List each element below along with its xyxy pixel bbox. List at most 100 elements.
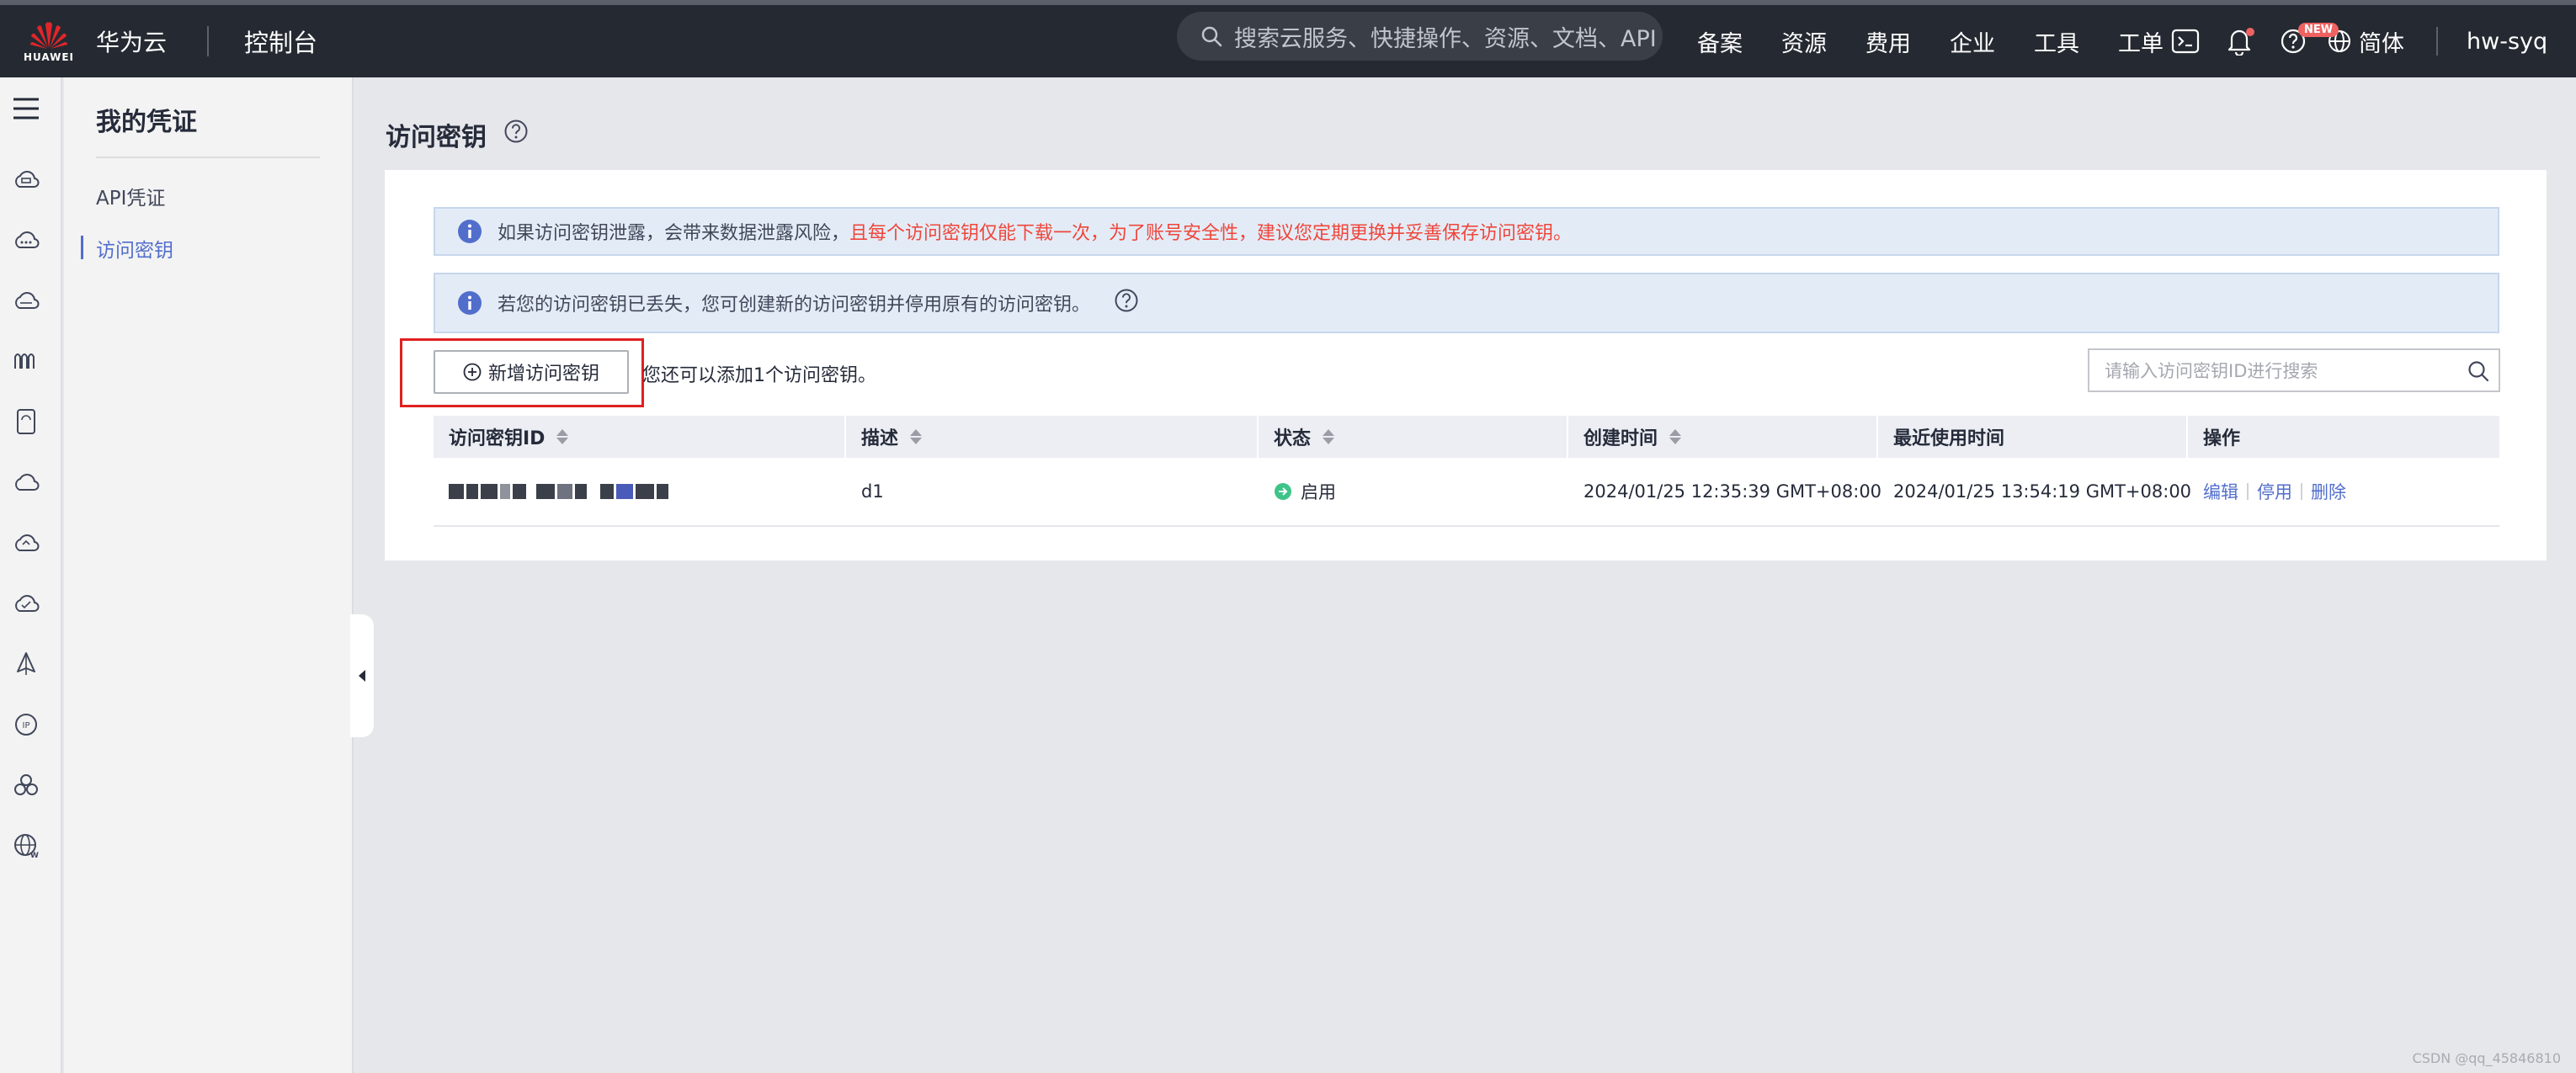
- watermark: CSDN @qq_45846810: [2412, 1050, 2561, 1066]
- nav-tickets[interactable]: 工单: [2118, 25, 2164, 58]
- sidebar-collapse-handle[interactable]: [350, 614, 374, 737]
- notifications-button[interactable]: [2222, 24, 2256, 58]
- disable-link[interactable]: 停用: [2257, 479, 2292, 504]
- rail-web[interactable]: W: [12, 831, 40, 860]
- sort-icon[interactable]: [1323, 429, 1335, 444]
- cloud-check-icon: [15, 595, 40, 612]
- edit-link[interactable]: 编辑: [2203, 479, 2238, 504]
- page-title: 访问密钥: [386, 116, 529, 153]
- status-label: 启用: [1301, 482, 1336, 502]
- nav-tools[interactable]: 工具: [2034, 25, 2079, 58]
- remaining-keys-hint: 您还可以添加1个访问密钥。: [642, 365, 876, 386]
- wave-icon: [14, 353, 35, 369]
- rail-storage[interactable]: [12, 407, 40, 436]
- column-header-last-used: 最近使用时间: [1878, 416, 2188, 458]
- sort-icon[interactable]: [1669, 429, 1682, 444]
- search-icon[interactable]: [2467, 359, 2490, 383]
- delete-link[interactable]: 删除: [2311, 479, 2346, 504]
- rail-deploy[interactable]: [12, 650, 40, 678]
- notice-text: 如果访问密钥泄露，会带来数据泄露风险，: [498, 223, 850, 244]
- rail-cluster[interactable]: [12, 771, 40, 799]
- title-help-button[interactable]: [503, 119, 529, 151]
- help-center-button[interactable]: NEW: [2276, 23, 2339, 58]
- sort-icon[interactable]: [910, 429, 923, 444]
- status-badge: 启用: [1274, 479, 1336, 504]
- access-key-search-input[interactable]: 请输入访问密钥ID进行搜索: [2088, 348, 2500, 392]
- divider: [96, 157, 320, 158]
- rail-cloud[interactable]: [12, 468, 40, 497]
- lost-key-notice: 若您的访问密钥已丢失，您可创建新的访问密钥并停用原有的访问密钥。: [434, 273, 2499, 333]
- rail-vpc[interactable]: [12, 286, 40, 315]
- search-icon: [1201, 26, 1222, 47]
- rail-upload[interactable]: [12, 529, 40, 557]
- status-cell: 启用: [1259, 458, 1568, 525]
- nav-resources[interactable]: 资源: [1781, 25, 1827, 58]
- nav-filing[interactable]: 备案: [1697, 25, 1743, 58]
- svg-text:W: W: [30, 852, 39, 859]
- rail-cloud-check[interactable]: [12, 589, 40, 618]
- console-link[interactable]: 控制台: [244, 24, 317, 59]
- collapse-arrow-icon: [359, 670, 365, 682]
- divider: [2301, 483, 2302, 500]
- actions-cell: 编辑 停用 删除: [2188, 458, 2499, 525]
- notice-text: 若您的访问密钥已丢失，您可创建新的访问密钥并停用原有的访问密钥。: [498, 295, 1091, 316]
- add-button-label: 新增访问密钥: [487, 364, 599, 385]
- nav-enterprise[interactable]: 企业: [1950, 25, 1995, 58]
- access-key-id-cell: [434, 458, 846, 525]
- column-header-created[interactable]: 创建时间: [1568, 416, 1878, 458]
- notice-help-button[interactable]: [1114, 288, 1139, 318]
- cloud-shell-button[interactable]: [2169, 24, 2202, 58]
- search-placeholder: 搜索云服务、快捷操作、资源、文档、API: [1234, 25, 1657, 52]
- divider: [207, 26, 210, 56]
- column-label: 最近使用时间: [1893, 428, 2005, 449]
- rail-ecs[interactable]: [12, 165, 40, 194]
- cluster-icon: [14, 774, 38, 795]
- nav-billing[interactable]: 费用: [1865, 25, 1911, 58]
- divider: [2247, 483, 2249, 500]
- cloud-server-icon: [15, 171, 40, 188]
- plus-circle-icon: [463, 363, 482, 381]
- table-header: 访问密钥ID 描述 状态 创建时间 最近使用时间 操作: [434, 416, 2499, 458]
- add-access-key-button[interactable]: 新增访问密钥: [434, 350, 629, 394]
- rail-eip[interactable]: IP: [12, 710, 40, 739]
- info-icon: [458, 291, 482, 315]
- huawei-logo-icon: [30, 22, 67, 49]
- menu-icon: [13, 98, 39, 120]
- divider: [2436, 27, 2438, 56]
- column-label: 状态: [1274, 428, 1312, 449]
- user-account-menu[interactable]: hw-syq: [2467, 29, 2547, 55]
- logo-wordmark: HUAWEI: [23, 51, 75, 63]
- rail-cdn[interactable]: [12, 347, 40, 375]
- rail-cloud-dots[interactable]: [12, 226, 40, 254]
- column-header-access-key-id[interactable]: 访问密钥ID: [434, 416, 846, 458]
- language-label: 简体: [2359, 30, 2404, 57]
- sidebar-title: 我的凭证: [96, 108, 197, 137]
- service-list-button[interactable]: [12, 96, 40, 125]
- top-nav-menu: 备案 资源 费用 企业 工具 工单: [1697, 5, 2202, 77]
- column-label: 操作: [2203, 428, 2241, 449]
- cloud-outline-icon: [15, 474, 40, 491]
- last-used-time-cell: 2024/01/25 13:54:19 GMT+08:00: [1893, 481, 2192, 502]
- global-search-input[interactable]: 搜索云服务、快捷操作、资源、文档、API: [1177, 12, 1663, 61]
- new-badge: NEW: [2298, 23, 2339, 37]
- notice-warning-text: 且每个访问密钥仅能下载一次，为了账号安全性，建议您定期更换并妥善保存访问密钥。: [849, 223, 1573, 244]
- column-header-status[interactable]: 状态: [1259, 416, 1568, 458]
- access-keys-card: 如果访问密钥泄露，会带来数据泄露风险， 且每个访问密钥仅能下载一次，为了账号安全…: [385, 170, 2547, 560]
- search-placeholder: 请输入访问密钥ID进行搜索: [2105, 361, 2318, 381]
- sort-icon[interactable]: [556, 429, 569, 444]
- globe-w-icon: W: [14, 834, 39, 859]
- brand-name[interactable]: 华为云: [96, 24, 167, 58]
- service-icon-rail: IP W: [0, 77, 62, 1073]
- security-notice: 如果访问密钥泄露，会带来数据泄露风险， 且每个访问密钥仅能下载一次，为了账号安全…: [434, 207, 2499, 256]
- created-time-cell: 2024/01/25 12:35:39 GMT+08:00: [1583, 481, 1882, 502]
- column-label: 访问密钥ID: [449, 428, 546, 449]
- terminal-icon: [2171, 29, 2200, 54]
- cloud-icon: [15, 231, 40, 248]
- column-header-description[interactable]: 描述: [846, 416, 1259, 458]
- huawei-logo[interactable]: HUAWEI: [7, 5, 91, 77]
- sidebar-item-api-credentials[interactable]: API凭证: [96, 182, 165, 210]
- help-icon: [504, 120, 528, 143]
- sidebar-item-access-keys[interactable]: 访问密钥: [96, 234, 173, 263]
- credentials-sidebar: 我的凭证 API凭证 访问密钥: [64, 77, 354, 1073]
- page-title-text: 访问密钥: [386, 123, 487, 152]
